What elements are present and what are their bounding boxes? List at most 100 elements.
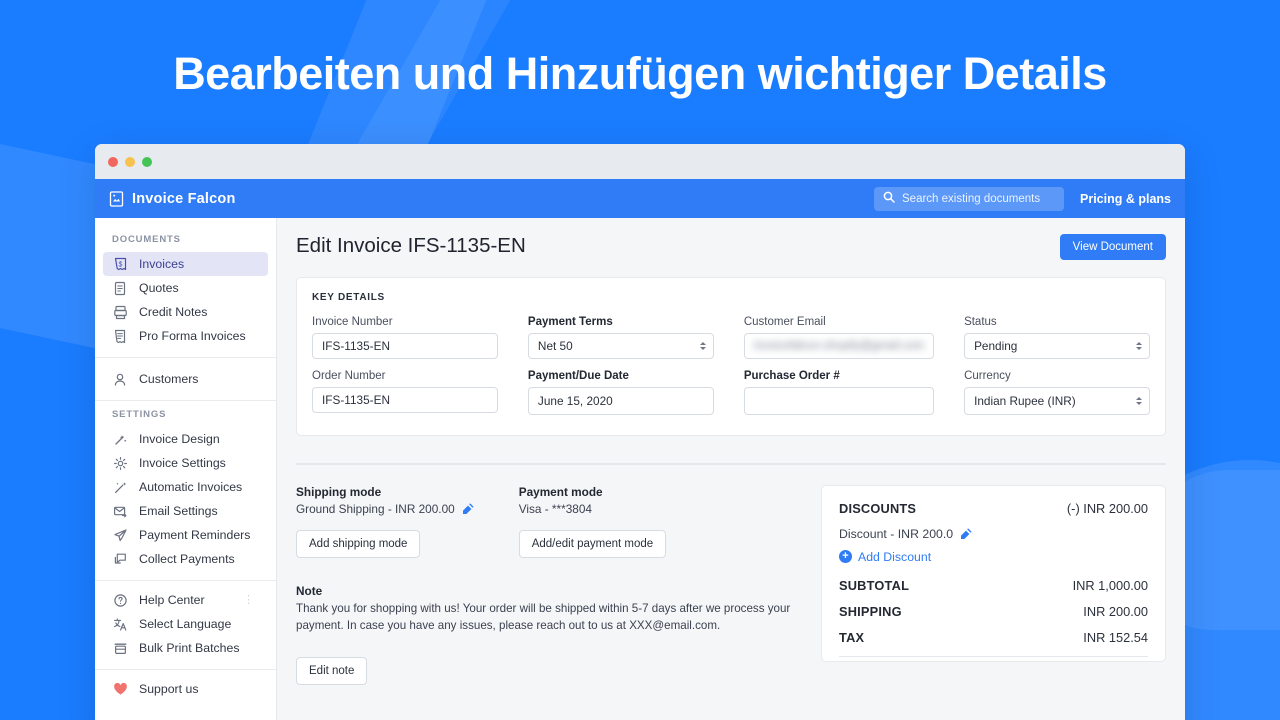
field-label: Payment/Due Date	[527, 370, 629, 382]
sidebar-item-customers[interactable]: Customers	[103, 367, 268, 391]
sidebar-item-select-language[interactable]: Select Language	[103, 612, 268, 636]
field-label: Currency	[964, 370, 1011, 382]
printer-stack-icon	[112, 640, 128, 656]
field-payment-terms: Payment Terms Net 50	[527, 316, 714, 359]
sidebar-item-quotes[interactable]: Quotes	[103, 276, 268, 300]
sidebar-item-collect-payments[interactable]: Collect Payments	[103, 547, 268, 571]
proforma-document-icon	[112, 328, 128, 344]
field-label: Purchase Order #	[743, 370, 840, 382]
edit-pencil-icon[interactable]	[462, 503, 474, 515]
edit-pencil-icon[interactable]	[960, 528, 972, 540]
sidebar-item-invoice-settings[interactable]: Invoice Settings	[103, 451, 268, 475]
chevron-updown-icon	[699, 342, 706, 350]
search-icon	[883, 190, 895, 208]
subtotal-row: SUBTOTAL INR 1,000.00	[839, 578, 1148, 593]
search-input[interactable]: Search existing documents	[874, 186, 1064, 211]
sidebar-item-label: Help Center	[139, 593, 205, 607]
customer-email-input[interactable]: invoicefalcon.shopify@gmail.com	[743, 333, 935, 359]
discounts-row: DISCOUNTS (-) INR 200.00	[839, 501, 1148, 516]
plus-circle-icon: +	[839, 550, 852, 563]
sidebar-item-payment-reminders[interactable]: Payment Reminders	[103, 523, 268, 547]
translate-icon	[112, 616, 128, 632]
sidebar-divider	[95, 580, 276, 581]
heart-icon	[112, 681, 128, 697]
payment-due-date-input[interactable]: June 15, 2020	[527, 387, 714, 415]
close-window-dot[interactable]	[108, 156, 118, 167]
sidebar-item-help-center[interactable]: Help Center ⋮	[103, 588, 268, 612]
discounts-value: (-) INR 200.00	[1066, 500, 1148, 516]
field-currency: Currency Indian Rupee (INR)	[964, 370, 1150, 415]
help-center-indicator: ⋮	[243, 594, 254, 606]
add-edit-payment-mode-button[interactable]: Add/edit payment mode	[518, 529, 667, 558]
sidebar-item-email-settings[interactable]: Email Settings	[103, 499, 268, 523]
currency-select[interactable]: Indian Rupee (INR)	[964, 387, 1150, 415]
add-shipping-mode-button[interactable]: Add shipping mode	[296, 529, 421, 558]
minimize-window-dot[interactable]	[125, 156, 135, 167]
field-purchase-order: Purchase Order #	[743, 370, 935, 415]
sidebar-item-label: Invoices	[139, 257, 185, 271]
field-label: Order Number	[312, 370, 386, 382]
sidebar-section-documents-label: DOCUMENTS	[112, 234, 181, 245]
modes-and-note: Shipping mode Ground Shipping - INR 200.…	[296, 485, 801, 686]
field-status: Status Pending	[964, 316, 1150, 359]
tax-row: TAX INR 152.54	[839, 630, 1148, 645]
shipping-mode-value-row: Ground Shipping - INR 200.00	[296, 502, 474, 516]
field-invoice-number: Invoice Number IFS-1135-EN	[312, 316, 498, 359]
field-label: Status	[964, 316, 997, 328]
sidebar-item-label: Payment Reminders	[139, 528, 251, 542]
document-icon	[112, 280, 128, 296]
note-heading: Note	[296, 583, 323, 598]
magic-wand-icon	[112, 431, 128, 447]
sidebar-item-pro-forma-invoices[interactable]: Pro Forma Invoices	[103, 324, 268, 348]
payment-terms-select[interactable]: Net 50	[527, 333, 714, 359]
chevron-updown-icon	[1136, 397, 1142, 405]
sidebar-item-label: Invoice Design	[139, 432, 220, 446]
field-payment-due-date: Payment/Due Date June 15, 2020	[527, 370, 714, 415]
envelope-icon	[112, 503, 128, 519]
totals-divider	[839, 655, 1148, 657]
sidebar-item-bulk-print-batches[interactable]: Bulk Print Batches	[103, 636, 268, 660]
field-customer-email: Customer Email invoicefalcon.shopify@gma…	[743, 316, 935, 359]
add-discount-label: Add Discount	[858, 549, 932, 564]
content-divider	[296, 463, 1166, 465]
sidebar-item-label: Select Language	[139, 617, 232, 631]
invoice-number-input[interactable]: IFS-1135-EN	[312, 333, 498, 359]
gear-icon	[112, 455, 128, 471]
sidebar-item-label: Quotes	[139, 281, 179, 295]
brand-name: Invoice Falcon	[132, 190, 236, 207]
promo-headline: Bearbeiten und Hinzufügen wichtiger Deta…	[173, 48, 1107, 99]
maximize-window-dot[interactable]	[142, 156, 152, 167]
field-label: Invoice Number	[312, 316, 393, 328]
sidebar-item-label: Bulk Print Batches	[139, 641, 240, 655]
sidebar-item-support-us[interactable]: Support us	[103, 677, 268, 701]
sidebar-item-label: Support us	[139, 682, 199, 696]
brand-logo[interactable]: Invoice Falcon	[109, 191, 236, 207]
sidebar-item-invoices[interactable]: $ Invoices	[103, 252, 268, 276]
pricing-and-plans-link[interactable]: Pricing & plans	[1080, 192, 1171, 206]
add-discount-button[interactable]: + Add Discount	[839, 550, 1148, 564]
sidebar-divider	[95, 400, 276, 401]
sidebar-item-invoice-design[interactable]: Invoice Design	[103, 427, 268, 451]
view-document-button[interactable]: View Document	[1059, 234, 1166, 260]
status-value: Pending	[974, 339, 1018, 353]
customer-email-value: invoicefalcon.shopify@gmail.com	[753, 340, 925, 352]
sidebar-divider	[95, 669, 276, 670]
question-circle-icon	[112, 592, 128, 608]
status-select[interactable]: Pending	[964, 333, 1150, 359]
sidebar-item-label: Pro Forma Invoices	[139, 329, 246, 343]
purchase-order-input[interactable]	[743, 387, 935, 415]
key-details-grid: Invoice Number IFS-1135-EN Payment Terms…	[312, 316, 1150, 415]
sidebar: DOCUMENTS $ Invoices Quotes Credit Notes…	[95, 218, 277, 720]
payment-mode-heading: Payment mode	[518, 484, 603, 499]
main-content: Edit Invoice IFS-1135-EN View Document K…	[277, 218, 1185, 720]
shipping-mode-heading: Shipping mode	[296, 484, 382, 499]
totals-panel: DISCOUNTS (-) INR 200.00 Discount - INR …	[821, 484, 1166, 662]
edit-note-button[interactable]: Edit note	[296, 657, 368, 686]
sidebar-item-label: Collect Payments	[139, 552, 235, 566]
order-number-input[interactable]: IFS-1135-EN	[312, 387, 498, 413]
sidebar-item-automatic-invoices[interactable]: Automatic Invoices	[103, 475, 268, 499]
field-order-number: Order Number IFS-1135-EN	[312, 370, 498, 415]
sidebar-item-credit-notes[interactable]: Credit Notes	[103, 300, 268, 324]
chat-payment-icon	[112, 551, 128, 567]
shipping-mode-block: Shipping mode Ground Shipping - INR 200.…	[296, 485, 474, 558]
